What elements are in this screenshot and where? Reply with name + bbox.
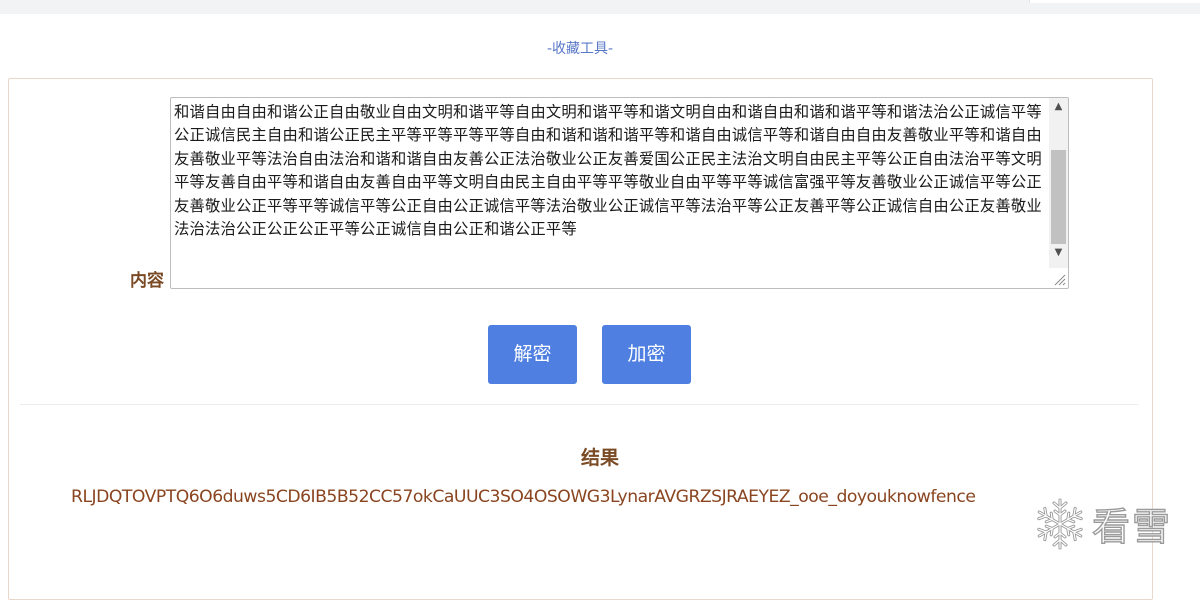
scroll-up-arrow-icon[interactable]: ▲	[1049, 98, 1068, 115]
watermark: 看雪	[1030, 490, 1200, 560]
result-value: RLJDQTOVPTQ6O6duws5CD6IB5B52CC57okCaUUC3…	[71, 487, 976, 507]
top-bar-tab	[1029, 0, 1200, 3]
scrollbar-thumb[interactable]	[1051, 150, 1066, 244]
content-textarea[interactable]: 和谐自由自由和谐公正自由敬业自由文明和谐平等自由文明和谐平等和谐文明自由和谐自由…	[170, 97, 1069, 289]
section-divider	[20, 404, 1138, 405]
snowflake-icon	[1034, 498, 1086, 550]
resize-grip-icon[interactable]	[1052, 272, 1066, 286]
content-label: 内容	[130, 271, 164, 291]
encrypt-button[interactable]: 加密	[602, 325, 691, 384]
vertical-scrollbar[interactable]: ▲ ▼	[1049, 98, 1068, 268]
top-bar	[0, 0, 1200, 14]
scroll-down-arrow-icon[interactable]: ▼	[1049, 244, 1068, 261]
content-text[interactable]: 和谐自由自由和谐公正自由敬业自由文明和谐平等自由文明和谐平等和谐文明自由和谐自由…	[174, 101, 1046, 241]
result-label: 结果	[580, 447, 619, 469]
collect-tool-link[interactable]: -收藏工具-	[0, 38, 1160, 58]
watermark-text: 看雪	[1091, 504, 1173, 549]
decrypt-button[interactable]: 解密	[488, 325, 577, 384]
